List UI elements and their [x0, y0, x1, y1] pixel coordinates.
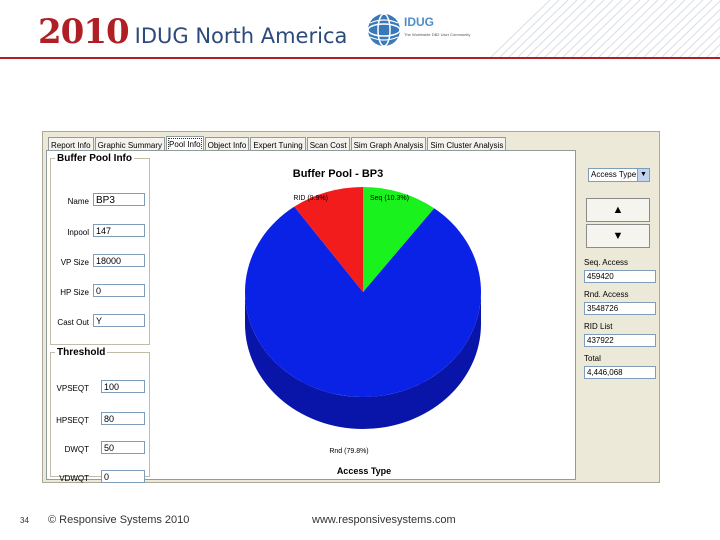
vp-size-field[interactable]: 18000	[93, 254, 145, 267]
chart-title: Buffer Pool - BP3	[293, 168, 383, 180]
inpool-label: Inpool	[67, 228, 89, 237]
hp-size-label: HP Size	[60, 288, 89, 297]
footer-url: www.responsivesystems.com	[312, 514, 456, 526]
access-type-select-value: Access Type	[591, 170, 637, 179]
conference-year: 2010	[38, 12, 130, 52]
buffer-pool-info-title: Buffer Pool Info	[57, 153, 132, 164]
threshold-group: Threshold VPSEQT 100 HPSEQT 80 DWQT 50 V…	[50, 347, 150, 483]
tab-strip: Report Info Graphic Summary Pool Info Objec…	[48, 135, 507, 153]
rid-list-field[interactable]: 437922	[584, 334, 656, 347]
conference-name: IDUG North America	[134, 24, 348, 48]
buffer-pool-info-group: Buffer Pool Info Name BP3 Inpool 147 VP …	[50, 153, 150, 345]
threshold-title: Threshold	[57, 347, 106, 358]
move-up-button[interactable]: ▲	[586, 198, 650, 222]
vdwqt-field[interactable]: 0	[101, 470, 145, 483]
name-label: Name	[67, 197, 89, 206]
name-field[interactable]: BP3	[93, 193, 145, 206]
total-label: Total	[584, 354, 601, 363]
idug-logo-text: IDUG	[404, 15, 434, 29]
up-arrow-icon: ▲	[612, 204, 624, 216]
rnd-access-field[interactable]: 3548726	[584, 302, 656, 315]
conference-title: 2010 IDUG North America	[38, 12, 347, 52]
access-controls-panel: Access Type ▼ ▲ ▼ Seq. Access 459420 Rnd…	[580, 132, 660, 482]
chart-x-axis-title: Access Type	[337, 466, 391, 476]
idug-logo: IDUG The Worldwide DB2 User Community	[366, 12, 486, 52]
move-down-button[interactable]: ▼	[586, 224, 650, 248]
chevron-down-icon[interactable]: ▼	[637, 169, 649, 181]
hpseqt-label: HPSEQT	[56, 416, 89, 425]
dwqt-label: DWQT	[64, 445, 89, 454]
header-decoration	[489, 0, 720, 58]
seq-access-label: Seq. Access	[584, 258, 629, 267]
pie-label-rnd: Rnd (79.8%)	[329, 448, 368, 455]
buffer-pool-pie-chart: Buffer Pool - BP3 Rnd (79.8%) Seq (10.3%)…	[245, 168, 481, 476]
vpseqt-label: VPSEQT	[56, 384, 89, 393]
cast-out-field[interactable]: Y	[93, 314, 145, 327]
inpool-field[interactable]: 147	[93, 224, 145, 237]
cast-out-label: Cast Out	[57, 318, 89, 327]
globe-icon	[367, 13, 401, 47]
dwqt-field[interactable]: 50	[101, 441, 145, 454]
rid-list-label: RID List	[584, 322, 613, 331]
pie-label-seq: Seq (10.3%)	[370, 195, 409, 202]
idug-tagline: The Worldwide DB2 User Community	[404, 32, 471, 37]
footer-copyright: © Responsive Systems 2010	[48, 514, 190, 526]
vdwqt-label: VDWQT	[59, 474, 89, 483]
header-rule	[0, 57, 720, 59]
vpseqt-field[interactable]: 100	[101, 380, 145, 393]
rnd-access-label: Rnd. Access	[584, 290, 629, 299]
seq-access-field[interactable]: 459420	[584, 270, 656, 283]
vp-size-label: VP Size	[60, 258, 89, 267]
down-arrow-icon: ▼	[612, 230, 624, 242]
app-window: Report Info Graphic Summary Pool Info Objec…	[42, 131, 660, 483]
page-number: 34	[20, 516, 29, 525]
hp-size-field[interactable]: 0	[93, 284, 145, 297]
total-field[interactable]: 4,446,068	[584, 366, 656, 379]
hpseqt-field[interactable]: 80	[101, 412, 145, 425]
access-type-select[interactable]: Access Type ▼	[588, 168, 650, 182]
pie-label-rid: RID (9.9%)	[293, 195, 328, 202]
